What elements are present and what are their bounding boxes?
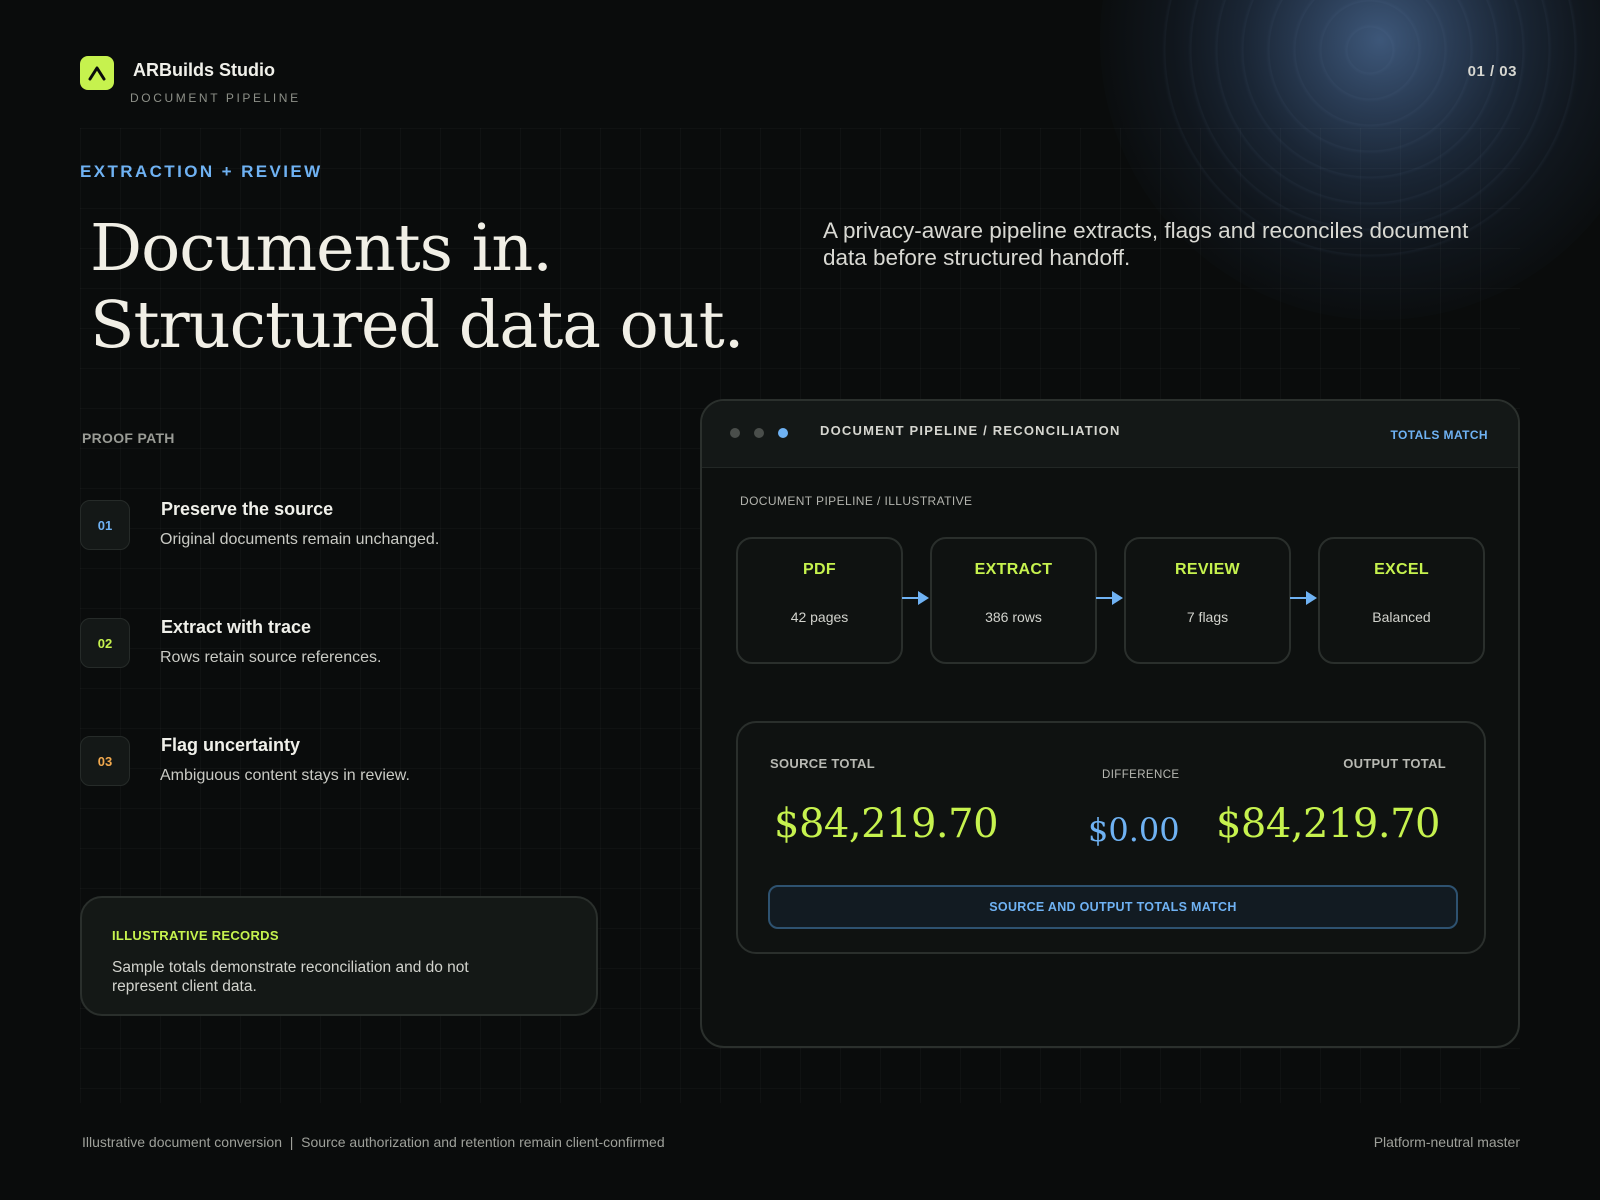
step-description: Original documents remain unchanged.: [160, 531, 440, 548]
difference-value: $0.00: [1088, 811, 1180, 849]
source-total-value: $84,219.70: [774, 801, 999, 847]
footer-tag: Platform-neutral master: [1373, 1134, 1520, 1150]
step-title: Extract with trace: [161, 617, 312, 637]
stage-meta: 42 pages: [790, 609, 849, 625]
panel-subtitle: DOCUMENT PIPELINE / ILLUSTRATIVE: [740, 494, 973, 508]
totals-card: SOURCE TOTAL $84,219.70 DIFFERENCE $0.00…: [736, 721, 1486, 954]
step-number-badge: 02: [80, 618, 130, 668]
proof-step: 02: [80, 618, 130, 668]
step-number-badge: 03: [80, 736, 130, 786]
output-total-label: OUTPUT TOTAL: [1343, 756, 1446, 771]
stage-meta: Balanced: [1372, 609, 1431, 625]
arrow-right-icon: [1290, 591, 1317, 605]
logo-mark: [80, 56, 114, 90]
panel-title: DOCUMENT PIPELINE / RECONCILIATION: [820, 423, 1121, 438]
step-description: Ambiguous content stays in review.: [160, 767, 410, 784]
records-text: Sample totals demonstrate reconciliation…: [112, 959, 469, 995]
output-total-value: $84,219.70: [1215, 801, 1441, 847]
window-dot-icon: [754, 428, 764, 438]
pipeline-panel: DOCUMENT PIPELINE / RECONCILIATION TOTAL…: [700, 399, 1520, 1048]
intro-text: A privacy-aware pipeline extracts, flags…: [823, 218, 1469, 270]
page-title: Documents in. Structured data out.: [90, 210, 744, 364]
window-dot-active-icon: [778, 428, 788, 438]
stage-card-review: REVIEW 7 flags: [1124, 537, 1291, 664]
proof-path-label: PROOF PATH: [82, 430, 175, 446]
stage-name: PDF: [803, 561, 836, 578]
headline-line-2: Structured data out.: [90, 288, 744, 363]
page-indicator: 01 / 03: [1467, 63, 1517, 80]
stage-name: EXCEL: [1374, 561, 1429, 578]
stage-meta: 386 rows: [985, 609, 1042, 625]
illustrative-records-card: ILLUSTRATIVE RECORDS Sample totals demon…: [80, 896, 598, 1016]
step-title: Preserve the source: [161, 499, 334, 519]
stage-meta: 7 flags: [1186, 609, 1229, 625]
headline-line-1: Documents in.: [90, 211, 553, 286]
stage-name: EXTRACT: [974, 561, 1053, 578]
proof-step: 03: [80, 736, 130, 786]
brand-name: ARBuilds Studio: [133, 60, 275, 80]
footer-note: Illustrative document conversion | Sourc…: [82, 1134, 665, 1150]
source-total-label: SOURCE TOTAL: [770, 756, 875, 771]
window-dot-icon: [730, 428, 740, 438]
eyebrow-label: EXTRACTION + REVIEW: [80, 162, 323, 181]
stage-card-extract: EXTRACT 386 rows: [930, 537, 1097, 664]
records-title: ILLUSTRATIVE RECORDS: [112, 928, 279, 943]
status-badge: TOTALS MATCH: [1390, 428, 1488, 442]
footer-note-text: Illustrative document conversion | Sourc…: [82, 1134, 665, 1150]
totals-match-banner: SOURCE AND OUTPUT TOTALS MATCH: [768, 885, 1458, 929]
brand-subtitle: DOCUMENT PIPELINE: [130, 91, 301, 105]
stage-card-pdf: PDF 42 pages: [736, 537, 903, 664]
step-number-badge: 01: [80, 500, 130, 550]
step-title: Flag uncertainty: [161, 735, 301, 755]
arrow-right-icon: [902, 591, 929, 605]
proof-step: 01: [80, 500, 130, 550]
chevron-up-icon: [88, 66, 106, 81]
arrow-right-icon: [1096, 591, 1123, 605]
step-description: Rows retain source references.: [160, 649, 382, 666]
stage-name: REVIEW: [1175, 561, 1240, 578]
difference-label: DIFFERENCE: [1102, 769, 1180, 781]
stage-card-excel: EXCEL Balanced: [1318, 537, 1485, 664]
